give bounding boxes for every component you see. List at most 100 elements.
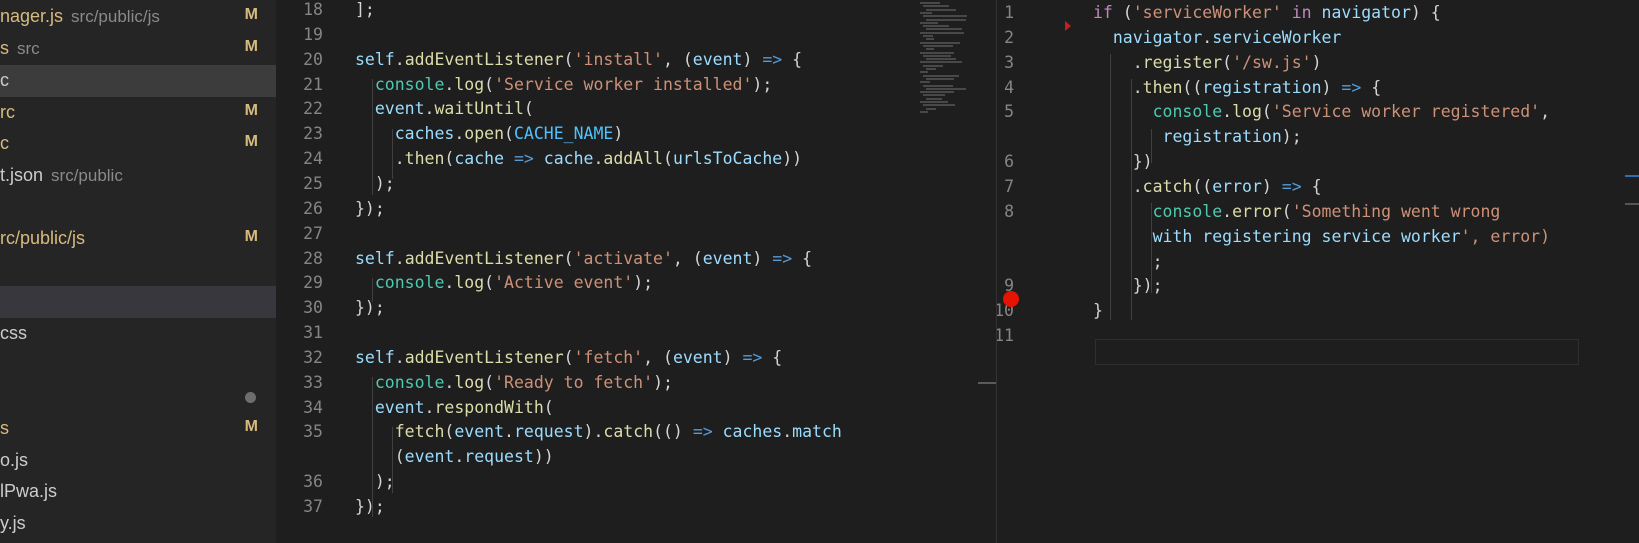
- code-text: navigator.serviceWorker: [1112, 27, 1342, 47]
- minimap-line: [926, 58, 956, 61]
- minimap-line: [920, 91, 954, 94]
- code-line[interactable]: 23 caches.open(CACHE_NAME): [276, 121, 916, 147]
- code-line[interactable]: 25 );: [276, 171, 916, 197]
- editor-sw-js[interactable]: 18]; 19 20 self.addEventListener('install',…: [276, 0, 916, 543]
- minimap-line: [923, 5, 949, 8]
- file-tree-item[interactable]: [0, 286, 276, 318]
- code-line[interactable]: ;: [997, 249, 1639, 275]
- code-text: console.error('Something went wrong: [1152, 201, 1501, 221]
- file-tree-item[interactable]: y.js: [0, 508, 276, 540]
- minimap-line: [920, 41, 960, 44]
- file-tree-item[interactable]: [0, 255, 276, 287]
- code-line[interactable]: 27: [276, 221, 916, 247]
- line-number: 24: [303, 149, 323, 169]
- file-tree-item[interactable]: [0, 192, 276, 224]
- line-number: 25: [303, 173, 323, 193]
- code-line[interactable]: 33 console.log('Ready to fetch');: [276, 370, 916, 396]
- file-tree-item[interactable]: sM: [0, 413, 276, 445]
- line-number: 8: [1004, 201, 1014, 221]
- code-line[interactable]: 7 .catch((error) => {: [997, 174, 1639, 200]
- code-line[interactable]: 28 self.addEventListener('activate', (eve…: [276, 246, 916, 272]
- code-line[interactable]: 9 });: [997, 273, 1639, 299]
- code-text: .catch((error) => {: [1093, 176, 1322, 196]
- code-text: event.respondWith(: [374, 397, 554, 417]
- code-line[interactable]: 30});: [276, 295, 916, 321]
- file-tree-item[interactable]: cM: [0, 128, 276, 160]
- code-line[interactable]: 35 fetch(event.request).catch(() => cach…: [276, 419, 916, 445]
- minimap-line: [923, 54, 951, 57]
- line-number: 22: [303, 99, 323, 119]
- file-name: rc: [0, 102, 15, 122]
- code-text: console.log('Ready to fetch');: [374, 372, 673, 392]
- line-number: 2: [1004, 27, 1014, 47]
- file-tree-item[interactable]: s src M: [0, 33, 276, 65]
- code-line[interactable]: 20 self.addEventListener('install', (even…: [276, 47, 916, 73]
- code-line[interactable]: 29 console.log('Active event');: [276, 270, 916, 296]
- code-line[interactable]: 26});: [276, 196, 916, 222]
- file-tree-item[interactable]: lPwa.js: [0, 476, 276, 508]
- code-text: (event.request)): [355, 447, 554, 467]
- code-line[interactable]: 10}: [997, 298, 1639, 324]
- code-text: self.addEventListener('fetch', (event) =…: [355, 347, 783, 367]
- code-line[interactable]: 8 console.error('Something went wrong: [997, 199, 1639, 225]
- code-line[interactable]: 31: [276, 320, 916, 346]
- code-line[interactable]: (event.request)): [276, 444, 916, 470]
- code-line[interactable]: 37});: [276, 494, 916, 520]
- code-line[interactable]: 3 .register('/sw.js'): [997, 50, 1639, 76]
- code-text: }): [1093, 152, 1153, 172]
- file-name: css: [0, 323, 27, 343]
- minimap[interactable]: [920, 0, 976, 130]
- code-line[interactable]: 5 console.log('Service worker registered…: [997, 99, 1639, 125]
- breakpoint-icon[interactable]: [1003, 291, 1019, 307]
- minimap-line: [920, 110, 928, 113]
- code-line[interactable]: 34 event.respondWith(: [276, 395, 916, 421]
- scrollbar-marker[interactable]: [1625, 175, 1639, 177]
- line-number: 3: [1004, 52, 1014, 72]
- code-line[interactable]: 24 .then(cache => cache.addAll(urlsToCac…: [276, 146, 916, 172]
- line-number: 20: [303, 49, 323, 69]
- code-text: });: [1093, 276, 1163, 296]
- git-status-badge: M: [244, 6, 258, 23]
- file-name: s: [0, 418, 9, 438]
- code-line[interactable]: with registering service worker', error): [997, 224, 1639, 250]
- file-tree-item[interactable]: o.js: [0, 445, 276, 477]
- file-tree-item[interactable]: [0, 381, 276, 413]
- code-line[interactable]: 4 .then((registration) => {: [997, 75, 1639, 101]
- minimap-line: [926, 97, 942, 100]
- line-number: 27: [303, 223, 323, 243]
- code-line[interactable]: 32 self.addEventListener('fetch', (event)…: [276, 345, 916, 371]
- code-line[interactable]: 19: [276, 22, 916, 48]
- file-tree-item[interactable]: [0, 350, 276, 382]
- line-number: 4: [1004, 77, 1014, 97]
- file-tree-item[interactable]: rc/public/js M: [0, 223, 276, 255]
- minimap-line: [923, 74, 959, 77]
- file-tree-item[interactable]: rc M: [0, 97, 276, 129]
- line-number: 26: [303, 198, 323, 218]
- line-number: 11: [997, 326, 1014, 346]
- scrollbar-marker[interactable]: [978, 382, 996, 384]
- file-tree-item[interactable]: css: [0, 318, 276, 350]
- minimap-line: [926, 87, 966, 90]
- code-line[interactable]: 2 navigator.serviceWorker: [997, 25, 1639, 51]
- editor-main-js[interactable]: 1 if ('serviceWorker' in navigator) {2 na…: [997, 0, 1639, 543]
- file-name: c: [0, 70, 9, 90]
- code-line[interactable]: 21 console.log('Service worker installed…: [276, 72, 916, 98]
- code-line[interactable]: 22 event.waitUntil(: [276, 96, 916, 122]
- code-text: });: [355, 198, 385, 218]
- code-text: );: [355, 472, 395, 492]
- fold-marker-icon[interactable]: [1065, 21, 1071, 31]
- file-name: lPwa.js: [0, 481, 58, 501]
- file-tree-item[interactable]: c: [0, 65, 276, 97]
- code-line[interactable]: 1 if ('serviceWorker' in navigator) {: [997, 0, 1639, 26]
- minimap-line: [926, 107, 936, 110]
- line-number: 30: [303, 298, 323, 318]
- code-line[interactable]: 6 }): [997, 149, 1639, 175]
- code-line[interactable]: 36 );: [276, 469, 916, 495]
- code-line[interactable]: 18];: [276, 0, 916, 23]
- scrollbar-marker[interactable]: [1625, 203, 1639, 205]
- code-line[interactable]: registration);: [997, 124, 1639, 150]
- code-text: }: [1093, 301, 1103, 321]
- code-text: ];: [355, 0, 375, 19]
- file-tree-item[interactable]: nager.js src/public/js M: [0, 1, 276, 33]
- file-tree-item[interactable]: t.json src/public: [0, 160, 276, 192]
